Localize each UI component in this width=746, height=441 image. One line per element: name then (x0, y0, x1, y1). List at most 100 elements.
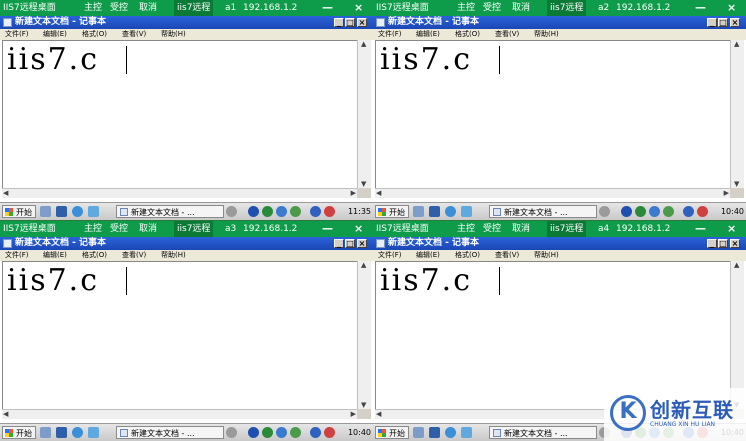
menu-help[interactable]: 帮助(H) (161, 29, 186, 40)
command-prompt-icon[interactable] (56, 206, 67, 217)
scroll-right-icon[interactable]: ▶ (724, 189, 729, 197)
notepad-titlebar[interactable]: 新建文本文档 - 记事本 _ □ × (0, 16, 373, 29)
scroll-right-icon[interactable]: ▶ (351, 410, 356, 418)
horizontal-scrollbar[interactable]: ◀ ▶ (2, 409, 357, 419)
printer-icon[interactable] (599, 206, 610, 217)
explorer-icon[interactable] (461, 206, 472, 217)
menu-edit[interactable]: 编辑(E) (43, 29, 67, 40)
menu-view[interactable]: 查看(V) (122, 250, 146, 261)
menu-edit[interactable]: 编辑(E) (416, 29, 440, 40)
cancel-button[interactable]: 取消 (512, 0, 530, 16)
start-button[interactable]: 开始 (2, 205, 36, 218)
host-button[interactable]: 主控 (84, 0, 102, 16)
close-remote-icon[interactable]: × (727, 0, 736, 16)
vertical-scrollbar[interactable]: ▲ ▼ (357, 40, 371, 188)
help-icon[interactable] (248, 427, 259, 438)
host-button[interactable]: 主控 (84, 221, 102, 237)
host-button[interactable]: 主控 (457, 221, 475, 237)
menu-format[interactable]: 格式(O) (82, 250, 107, 261)
close-icon[interactable]: × (730, 239, 740, 248)
taskbar-notepad-button[interactable]: 新建文本文档 - ... (116, 205, 224, 218)
stop-icon[interactable] (697, 206, 708, 217)
monitor-icon[interactable] (310, 427, 321, 438)
text-editor-area[interactable]: iis7.c (2, 261, 357, 409)
minimize-icon[interactable]: _ (707, 239, 717, 248)
minimize-icon[interactable]: _ (334, 18, 344, 27)
taskbar-notepad-button[interactable]: 新建文本文档 - ... (489, 426, 597, 439)
explorer-icon[interactable] (88, 427, 99, 438)
scroll-up-icon[interactable]: ▲ (361, 261, 366, 269)
menu-file[interactable]: 文件(F) (378, 250, 402, 261)
monitor-icon[interactable] (683, 206, 694, 217)
menu-file[interactable]: 文件(F) (5, 29, 29, 40)
scroll-left-icon[interactable]: ◀ (3, 189, 8, 197)
command-prompt-icon[interactable] (429, 206, 440, 217)
horizontal-scrollbar[interactable]: ◀ ▶ (375, 188, 730, 198)
menu-view[interactable]: 查看(V) (495, 250, 519, 261)
close-icon[interactable]: × (357, 18, 367, 27)
sync-icon[interactable] (290, 427, 301, 438)
shield-icon[interactable] (262, 206, 273, 217)
close-icon[interactable]: × (357, 239, 367, 248)
command-prompt-icon[interactable] (56, 427, 67, 438)
minimize-icon[interactable]: _ (707, 18, 717, 27)
text-editor-area[interactable]: iis7.c (375, 40, 730, 188)
stop-icon[interactable] (324, 206, 335, 217)
host-button[interactable]: 主控 (457, 0, 475, 16)
printer-icon[interactable] (226, 206, 237, 217)
scroll-up-icon[interactable]: ▲ (734, 261, 739, 269)
ie-browser-icon[interactable] (445, 427, 456, 438)
network-icon[interactable] (649, 206, 660, 217)
minimize-icon[interactable]: _ (334, 239, 344, 248)
text-editor-area[interactable]: iis7.c (2, 40, 357, 188)
minimize-remote-icon[interactable]: — (695, 221, 706, 237)
maximize-icon[interactable]: □ (718, 18, 728, 27)
scroll-left-icon[interactable]: ◀ (3, 410, 8, 418)
scroll-down-icon[interactable]: ▼ (734, 180, 739, 188)
minimize-remote-icon[interactable]: — (695, 0, 706, 16)
server-manager-icon[interactable] (40, 427, 51, 438)
sync-icon[interactable] (290, 206, 301, 217)
ie-browser-icon[interactable] (445, 206, 456, 217)
menu-view[interactable]: 查看(V) (495, 29, 519, 40)
scroll-left-icon[interactable]: ◀ (376, 189, 381, 197)
network-icon[interactable] (276, 427, 287, 438)
maximize-icon[interactable]: □ (718, 239, 728, 248)
menu-format[interactable]: 格式(O) (455, 29, 480, 40)
start-button[interactable]: 开始 (375, 426, 409, 439)
printer-icon[interactable] (226, 427, 237, 438)
taskbar-notepad-button[interactable]: 新建文本文档 - ... (489, 205, 597, 218)
menu-format[interactable]: 格式(O) (455, 250, 480, 261)
notepad-titlebar[interactable]: 新建文本文档 - 记事本 _ □ × (373, 16, 746, 29)
minimize-remote-icon[interactable]: — (322, 221, 333, 237)
start-button[interactable]: 开始 (2, 426, 36, 439)
vertical-scrollbar[interactable]: ▲ ▼ (730, 261, 744, 409)
resize-grip[interactable] (357, 188, 371, 198)
menu-edit[interactable]: 编辑(E) (416, 250, 440, 261)
ie-browser-icon[interactable] (72, 206, 83, 217)
close-remote-icon[interactable]: × (727, 221, 736, 237)
scroll-down-icon[interactable]: ▼ (361, 180, 366, 188)
explorer-icon[interactable] (461, 427, 472, 438)
menu-help[interactable]: 帮助(H) (534, 250, 559, 261)
controlled-button[interactable]: 受控 (483, 0, 501, 16)
taskbar-notepad-button[interactable]: 新建文本文档 - ... (116, 426, 224, 439)
explorer-icon[interactable] (88, 206, 99, 217)
scroll-left-icon[interactable]: ◀ (376, 410, 381, 418)
help-icon[interactable] (248, 206, 259, 217)
menu-file[interactable]: 文件(F) (5, 250, 29, 261)
cancel-button[interactable]: 取消 (139, 221, 157, 237)
close-icon[interactable]: × (730, 18, 740, 27)
ie-browser-icon[interactable] (72, 427, 83, 438)
maximize-icon[interactable]: □ (345, 18, 355, 27)
maximize-icon[interactable]: □ (345, 239, 355, 248)
scroll-right-icon[interactable]: ▶ (351, 189, 356, 197)
controlled-button[interactable]: 受控 (110, 0, 128, 16)
menu-file[interactable]: 文件(F) (378, 29, 402, 40)
help-icon[interactable] (621, 206, 632, 217)
menu-help[interactable]: 帮助(H) (534, 29, 559, 40)
menu-format[interactable]: 格式(O) (82, 29, 107, 40)
server-manager-icon[interactable] (413, 206, 424, 217)
vertical-scrollbar[interactable]: ▲ ▼ (730, 40, 744, 188)
network-icon[interactable] (276, 206, 287, 217)
